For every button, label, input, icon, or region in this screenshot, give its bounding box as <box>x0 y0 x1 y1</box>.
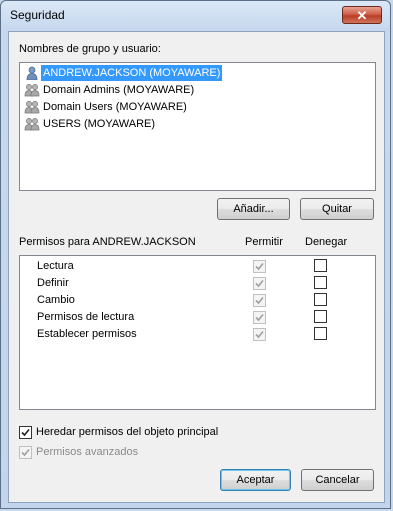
dialog-title: Seguridad <box>10 8 65 22</box>
permissions-list: Lectura Definir Cambio Permisos de lectu… <box>19 255 376 410</box>
check-icon <box>21 428 30 437</box>
accept-button[interactable]: Aceptar <box>220 469 291 491</box>
allow-checkbox <box>253 294 266 307</box>
allow-checkbox <box>253 260 266 273</box>
advanced-label: Permisos avanzados <box>36 446 139 458</box>
permission-row: Lectura <box>20 258 375 275</box>
permission-row: Establecer permisos <box>20 326 375 343</box>
check-icon <box>255 330 264 339</box>
group-icon <box>24 100 40 114</box>
user-icon <box>24 66 40 81</box>
dialog-body: Nombres de grupo y usuario: ANDREW.JACKS… <box>8 31 385 503</box>
deny-column-header: Denegar <box>305 236 348 248</box>
group-icon <box>24 83 40 97</box>
deny-checkbox[interactable] <box>314 276 327 289</box>
permission-row: Permisos de lectura <box>20 309 375 326</box>
permission-name: Definir <box>37 277 69 289</box>
list-item-label: ANDREW.JACKSON (MOYAWARE) <box>41 65 223 81</box>
check-icon <box>255 296 264 305</box>
add-button[interactable]: Añadir... <box>217 198 290 220</box>
check-icon <box>21 448 30 457</box>
list-item-label: Domain Admins (MOYAWARE) <box>43 84 195 96</box>
check-icon <box>255 262 264 271</box>
remove-button[interactable]: Quitar <box>300 198 374 220</box>
list-item-label: USERS (MOYAWARE) <box>43 118 156 130</box>
allow-checkbox <box>253 311 266 324</box>
check-icon <box>255 313 264 322</box>
groups-label: Nombres de grupo y usuario: <box>19 43 161 55</box>
advanced-checkbox <box>19 446 32 459</box>
deny-checkbox[interactable] <box>314 259 327 272</box>
security-dialog: Seguridad ✕ Nombres de grupo y usuario: … <box>0 0 391 509</box>
principals-list[interactable]: ANDREW.JACKSON (MOYAWARE) Domain Admins … <box>19 62 376 191</box>
group-icon <box>24 117 40 131</box>
cancel-button[interactable]: Cancelar <box>301 469 374 491</box>
check-icon <box>255 279 264 288</box>
permission-name: Lectura <box>37 260 74 272</box>
permission-row: Cambio <box>20 292 375 309</box>
inherit-label[interactable]: Heredar permisos del objeto principal <box>36 426 218 438</box>
close-icon: ✕ <box>356 8 368 23</box>
permission-row: Definir <box>20 275 375 292</box>
deny-checkbox[interactable] <box>314 293 327 306</box>
permission-name: Permisos de lectura <box>37 311 135 323</box>
inherit-checkbox[interactable] <box>19 426 32 439</box>
allow-checkbox <box>253 277 266 290</box>
permission-name: Cambio <box>37 294 75 306</box>
allow-checkbox <box>253 328 266 341</box>
deny-checkbox[interactable] <box>314 327 327 340</box>
deny-checkbox[interactable] <box>314 310 327 323</box>
close-button[interactable]: ✕ <box>342 6 382 24</box>
permissions-for-label: Permisos para ANDREW.JACKSON <box>19 236 196 248</box>
allow-column-header: Permitir <box>245 236 283 248</box>
permission-name: Establecer permisos <box>37 328 137 340</box>
list-item-label: Domain Users (MOYAWARE) <box>43 101 187 113</box>
